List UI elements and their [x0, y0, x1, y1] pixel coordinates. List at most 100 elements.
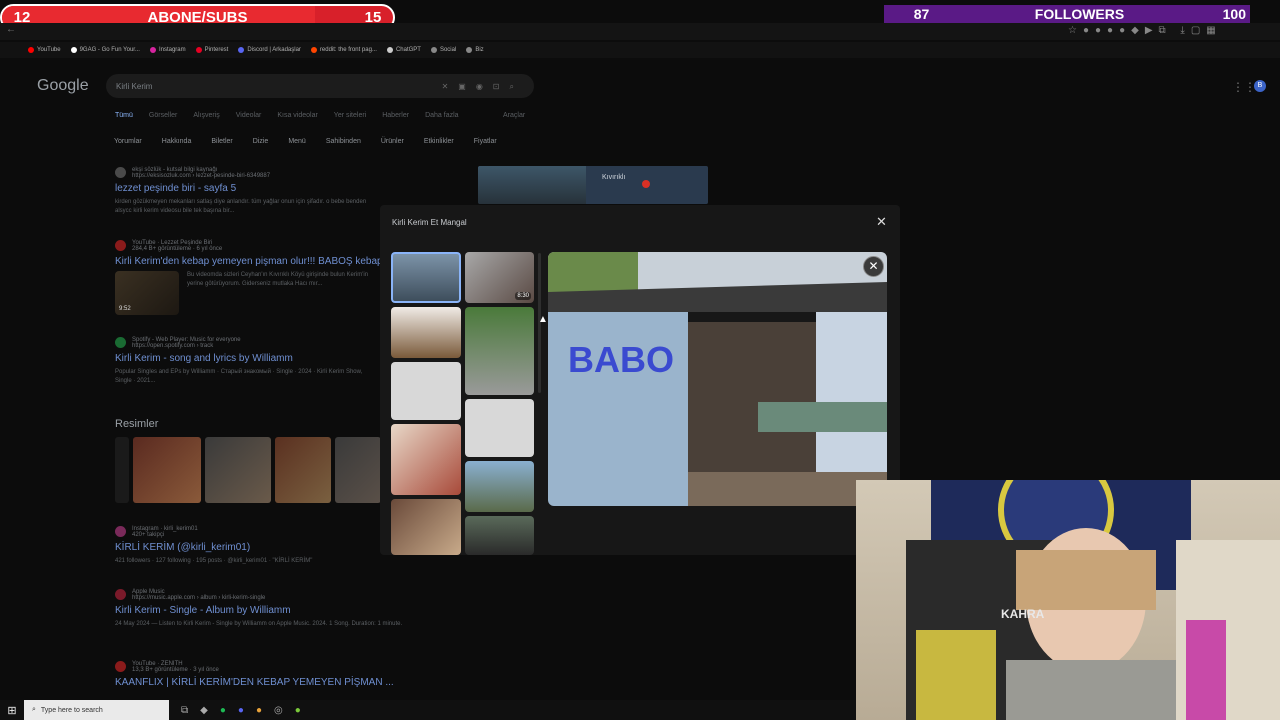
search-tab[interactable]: Tümü: [115, 112, 133, 119]
search-result[interactable]: YouTube · ZENITH 13,3 B+ görüntüleme · 3 …: [115, 661, 394, 688]
result-title[interactable]: lezzet peşinde biri - sayfa 5: [115, 183, 380, 194]
obs-icon[interactable]: ◎: [274, 705, 283, 716]
search-tab[interactable]: Yer siteleri: [334, 112, 366, 119]
gallery-thumb-loading[interactable]: [391, 362, 461, 420]
map-thumbnail[interactable]: Kıvırıklı: [478, 166, 708, 204]
search-tab[interactable]: Kısa videolar: [277, 112, 317, 119]
app-icon[interactable]: ●: [295, 705, 301, 716]
image-thumb[interactable]: [115, 437, 129, 503]
search-tab[interactable]: Daha fazla: [425, 112, 458, 119]
filter-chip[interactable]: Hakkında: [162, 138, 192, 145]
bookmark-label: Instagram: [158, 47, 186, 53]
task-view-icon[interactable]: ⧉: [181, 705, 188, 716]
gallery-thumb[interactable]: [465, 516, 534, 555]
bookmark-item[interactable]: Biz: [466, 47, 484, 53]
image-thumb[interactable]: [275, 437, 331, 503]
bookmark-item[interactable]: YouTube: [28, 47, 61, 53]
filter-chip[interactable]: Dizie: [253, 138, 269, 145]
search-result[interactable]: Apple Music https://music.apple.com › alb…: [115, 589, 435, 629]
close-image-icon[interactable]: ✕: [863, 256, 884, 277]
gallery-thumb-video[interactable]: 8:30: [465, 252, 534, 303]
taskbar-search[interactable]: ⌕ Type here to search: [24, 700, 169, 720]
discord-icon[interactable]: ●: [238, 705, 244, 716]
mouse-cursor-icon: ▲: [538, 314, 548, 325]
search-tools-icons[interactable]: ✕▣◉⊡⌕: [442, 82, 524, 91]
taskbar-search-placeholder: Type here to search: [40, 706, 103, 714]
gallery-thumb-selected[interactable]: [391, 252, 461, 303]
bookmark-favicon-icon: [149, 47, 156, 53]
bookmark-favicon-icon: [466, 47, 473, 53]
bookmark-favicon-icon: [238, 47, 245, 53]
spotify-icon: [115, 337, 126, 348]
search-result[interactable]: YouTube · Lezzet Peşinde Biri 284,4 B+ gö…: [115, 240, 380, 315]
close-icon[interactable]: ✕: [876, 214, 887, 230]
search-result[interactable]: ekşi sözlük - kutsal bilgi kaynağı https:…: [115, 167, 380, 216]
video-thumbnail[interactable]: 9:52: [115, 271, 179, 315]
result-snippet: kirden gözükmeyen mekanları satlaş diye …: [115, 199, 367, 214]
search-result[interactable]: Spotify - Web Player: Music for everyone…: [115, 337, 380, 386]
bookmark-item[interactable]: 9GAG - Go Fun Your...: [70, 47, 140, 53]
browser-extension-icons[interactable]: ☆●●●●◆▶⧉ ⤓▢▦: [1068, 25, 1222, 36]
filter-chip[interactable]: Fiyatlar: [474, 138, 497, 145]
filter-chip[interactable]: Yorumlar: [114, 138, 142, 145]
bookmark-favicon-icon: [28, 47, 34, 53]
gallery-thumb[interactable]: [391, 499, 461, 555]
followers-goal: 100: [1222, 6, 1246, 22]
result-url: 13,3 B+ görüntüleme · 3 yıl önce: [132, 667, 219, 673]
search-tab[interactable]: Videolar: [236, 112, 262, 119]
youtube-icon: [115, 240, 126, 251]
apple-music-icon: [115, 589, 126, 600]
bookmark-label: ChatGPT: [395, 47, 421, 53]
spotify-icon[interactable]: ●: [220, 705, 226, 716]
bookmark-item[interactable]: Discord | Arkadaşlar: [238, 47, 301, 53]
filter-chip[interactable]: Ürünler: [381, 138, 404, 145]
followers-label: FOLLOWERS: [1034, 6, 1125, 22]
bookmark-item[interactable]: ChatGPT: [386, 47, 421, 53]
search-tab[interactable]: Görseller: [149, 112, 177, 119]
bookmark-item[interactable]: reddit: the front pag...: [310, 47, 377, 53]
search-tab[interactable]: Alışveriş: [193, 112, 219, 119]
search-query: Kirli Kerim: [116, 82, 153, 91]
result-title[interactable]: Kirli Kerim - Single - Album by Williamm: [115, 605, 435, 616]
chair-text: KAHRA: [1001, 607, 1045, 621]
result-snippet: Popular Singles and EPs by Williamm · Ст…: [115, 369, 363, 384]
result-title[interactable]: KAANFLIX | KİRLİ KERİM'DEN KEBAP YEMEYEN…: [115, 677, 394, 688]
back-icon[interactable]: ←: [6, 24, 16, 35]
filter-chip[interactable]: Menü: [288, 138, 306, 145]
gallery-thumb[interactable]: [465, 461, 534, 512]
bookmark-item[interactable]: Social: [430, 47, 456, 53]
filter-chip[interactable]: Etkinlikler: [424, 138, 454, 145]
result-title[interactable]: Kirli Kerim'den kebap yemeyen pişman olu…: [115, 256, 380, 267]
apps-grid-icon[interactable]: ⋮⋮: [1232, 80, 1256, 94]
search-tab[interactable]: Haberler: [382, 112, 409, 119]
result-title[interactable]: Kirli Kerim - song and lyrics by William…: [115, 353, 380, 364]
image-thumb[interactable]: [133, 437, 201, 503]
chrome-icon[interactable]: ●: [256, 705, 262, 716]
filter-chip[interactable]: Sahibinden: [326, 138, 361, 145]
image-thumb[interactable]: [205, 437, 271, 503]
result-url: 420+ takipçi: [132, 532, 165, 538]
google-logo[interactable]: Google: [37, 77, 89, 95]
search-input[interactable]: Kirli Kerim ✕▣◉⊡⌕: [106, 74, 534, 98]
gallery-thumb[interactable]: [465, 307, 534, 395]
main-image[interactable]: BABO: [548, 252, 887, 506]
avatar[interactable]: B: [1254, 80, 1266, 92]
filter-chip[interactable]: Biletler: [211, 138, 232, 145]
windows-start-icon[interactable]: ⊞: [0, 704, 24, 717]
result-snippet: 421 followers · 127 following · 195 post…: [115, 558, 313, 564]
bookmark-item[interactable]: Instagram: [149, 47, 186, 53]
tools-button[interactable]: Araçlar: [503, 112, 525, 119]
image-thumb[interactable]: [335, 437, 381, 503]
webcam-drawing: KAHRA: [906, 480, 1280, 720]
bookmark-favicon-icon: [195, 47, 202, 53]
gallery-thumb[interactable]: [391, 307, 461, 358]
filter-chips: Yorumlar Hakkında Biletler Dizie Menü Sahibin…: [114, 138, 497, 145]
bookmark-item[interactable]: Pinterest: [195, 47, 228, 53]
bookmark-label: 9GAG - Go Fun Your...: [79, 47, 140, 53]
bookmarks-bar: YouTube 9GAG - Go Fun Your... Instagram Pin…: [0, 42, 1280, 58]
svg-text:BABO: BABO: [568, 339, 674, 380]
app-icon[interactable]: ◆: [200, 705, 208, 716]
gallery-thumb-loading[interactable]: [465, 399, 534, 457]
bookmark-label: YouTube: [37, 47, 61, 53]
gallery-thumb[interactable]: [391, 424, 461, 495]
